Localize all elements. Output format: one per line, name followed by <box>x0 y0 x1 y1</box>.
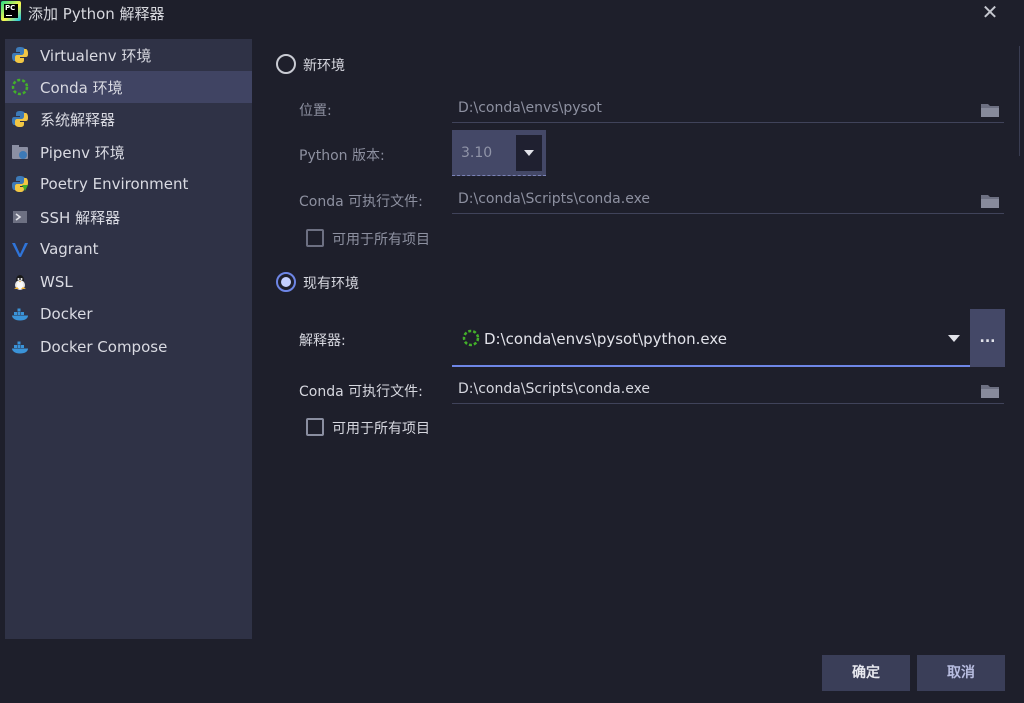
new-conda-exe-field[interactable]: D:\conda\Scripts\conda.exe <box>452 188 1004 214</box>
terminal-icon <box>10 207 30 227</box>
interpreter-type-sidebar: Virtualenv 环境 Conda 环境 系统解释器 Pipenv 环境 P… <box>5 39 252 639</box>
python-version-select[interactable]: 3.10 <box>452 130 546 176</box>
sidebar-item-label: 系统解释器 <box>40 110 116 129</box>
sidebar-item-label: Vagrant <box>40 240 99 258</box>
chevron-down-icon <box>516 135 542 171</box>
sidebar-item-docker[interactable]: Docker <box>5 298 252 330</box>
existing-conda-exe-value: D:\conda\Scripts\conda.exe <box>458 381 651 397</box>
location-value: D:\conda\envs\pysot <box>458 100 602 116</box>
sidebar-item-ssh[interactable]: SSH 解释器 <box>5 201 252 233</box>
sidebar-item-label: Virtualenv 环境 <box>40 46 152 65</box>
sidebar-item-label: Pipenv 环境 <box>40 143 125 162</box>
poetry-icon <box>10 174 30 194</box>
sidebar-item-docker-compose[interactable]: Docker Compose <box>5 331 252 363</box>
interpreter-value: D:\conda\envs\pysot\python.exe <box>484 330 728 348</box>
pycharm-app-icon: PC <box>1 1 21 21</box>
existing-env-label: 现有环境 <box>303 276 359 292</box>
existing-env-radio[interactable] <box>276 272 296 292</box>
ellipsis-icon: ... <box>979 330 996 346</box>
folder-icon[interactable] <box>980 383 1000 399</box>
python-icon <box>10 45 30 65</box>
sidebar-item-vagrant[interactable]: Vagrant <box>5 233 252 265</box>
conda-icon <box>462 329 480 347</box>
sidebar-item-label: Poetry Environment <box>40 175 189 193</box>
browse-interpreter-button[interactable]: ... <box>970 309 1005 367</box>
ok-button[interactable]: 确定 <box>822 655 910 691</box>
sidebar-item-conda[interactable]: Conda 环境 <box>5 71 252 103</box>
existing-env-all-projects-label: 可用于所有项目 <box>332 421 430 437</box>
folder-icon[interactable] <box>980 193 1000 209</box>
title-bar: PC 添加 Python 解释器 ✕ <box>0 0 1024 26</box>
window-title: 添加 Python 解释器 <box>28 5 165 23</box>
new-env-all-projects-checkbox[interactable] <box>306 229 324 247</box>
interpreter-label: 解释器: <box>299 333 346 349</box>
location-field[interactable]: D:\conda\envs\pysot <box>452 97 1004 123</box>
sidebar-item-virtualenv[interactable]: Virtualenv 环境 <box>5 39 252 71</box>
sidebar-item-system[interactable]: 系统解释器 <box>5 103 252 135</box>
linux-penguin-icon <box>10 272 30 292</box>
new-conda-exe-label: Conda 可执行文件: <box>299 194 423 210</box>
pipenv-icon <box>10 142 30 162</box>
vagrant-icon <box>10 239 30 259</box>
sidebar-item-label: SSH 解释器 <box>40 208 121 227</box>
close-button[interactable]: ✕ <box>978 2 1002 24</box>
docker-icon <box>10 337 30 357</box>
existing-conda-exe-label: Conda 可执行文件: <box>299 384 423 400</box>
sidebar-item-label: Docker Compose <box>40 338 168 356</box>
sidebar-item-label: Conda 环境 <box>40 78 123 97</box>
docker-icon <box>10 304 30 324</box>
interpreter-select[interactable]: D:\conda\envs\pysot\python.exe <box>452 312 970 367</box>
python-version-label: Python 版本: <box>299 148 385 164</box>
folder-icon[interactable] <box>980 102 1000 118</box>
sidebar-item-pipenv[interactable]: Pipenv 环境 <box>5 136 252 168</box>
sidebar-item-poetry[interactable]: Poetry Environment <box>5 168 252 200</box>
new-env-all-projects-label: 可用于所有项目 <box>332 232 430 248</box>
chevron-down-icon <box>948 335 960 342</box>
cancel-button[interactable]: 取消 <box>917 655 1005 691</box>
close-icon: ✕ <box>981 0 999 24</box>
divider <box>1019 46 1020 156</box>
python-icon <box>10 109 30 129</box>
sidebar-item-label: Docker <box>40 305 93 323</box>
existing-conda-exe-field[interactable]: D:\conda\Scripts\conda.exe <box>452 378 1004 404</box>
new-env-label: 新环境 <box>303 58 345 74</box>
sidebar-item-label: WSL <box>40 273 73 291</box>
sidebar-item-wsl[interactable]: WSL <box>5 266 252 298</box>
location-label: 位置: <box>299 103 332 119</box>
existing-env-all-projects-checkbox[interactable] <box>306 418 324 436</box>
new-env-radio[interactable] <box>276 54 296 74</box>
python-version-value: 3.10 <box>461 145 493 161</box>
new-conda-exe-value: D:\conda\Scripts\conda.exe <box>458 191 651 207</box>
conda-icon <box>10 77 30 97</box>
